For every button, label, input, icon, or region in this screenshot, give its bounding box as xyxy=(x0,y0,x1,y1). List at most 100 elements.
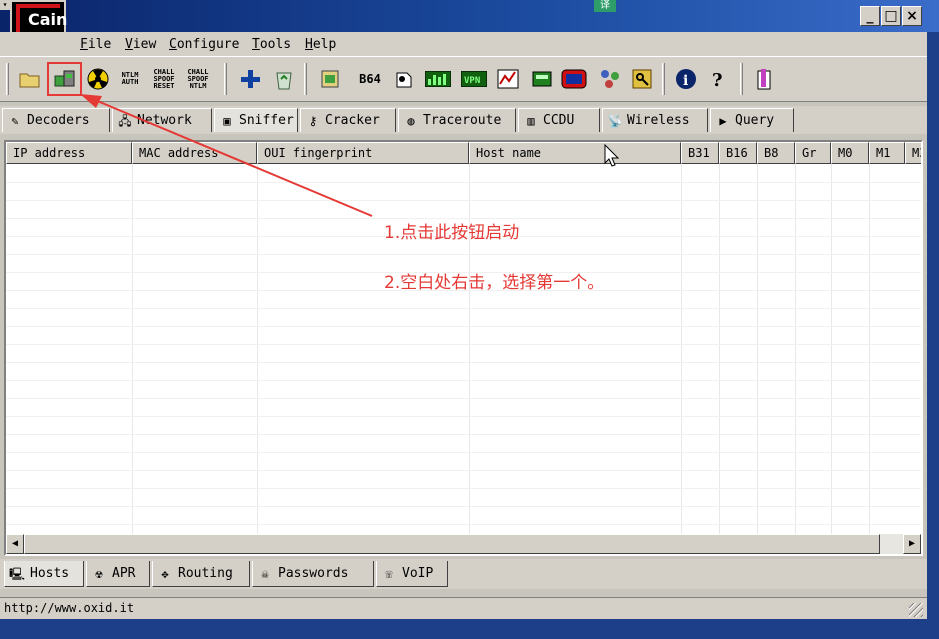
cracker-icon: ⚷ xyxy=(308,113,318,128)
column-header[interactable]: B8 xyxy=(757,142,795,164)
maximize-button[interactable]: □ xyxy=(881,6,901,26)
tab-cracker[interactable]: ⚷ Cracker xyxy=(300,108,396,132)
column-header[interactable]: IP address xyxy=(6,142,132,164)
svg-text:i: i xyxy=(683,73,688,89)
recycle-bin-icon[interactable] xyxy=(270,65,298,93)
network-nodes-icon[interactable] xyxy=(596,65,624,93)
column-header[interactable]: MAC address xyxy=(132,142,257,164)
base64-icon[interactable]: B64 xyxy=(356,65,384,93)
decoders-icon: ✎ xyxy=(11,113,19,128)
table-row-line xyxy=(6,452,921,453)
key-icon[interactable] xyxy=(628,65,656,93)
menu-configure[interactable]: Configure xyxy=(169,37,239,52)
resize-grip-icon[interactable] xyxy=(909,603,923,617)
apr-poison-icon[interactable] xyxy=(84,65,112,93)
tab-label: Hosts xyxy=(30,565,70,581)
title-bar xyxy=(0,0,939,32)
column-header[interactable]: B31 xyxy=(681,142,719,164)
column-divider xyxy=(757,164,758,534)
network-icon: 🖧 xyxy=(118,113,132,128)
tab-query[interactable]: ▶ Query xyxy=(710,108,794,132)
table-row-line xyxy=(6,398,921,399)
bottom-tab-strip: 🖳 Hosts ☢ APR ✥ Routing ☠ Passwords ☏ VoIP xyxy=(0,559,927,589)
vpn-icon[interactable]: VPN xyxy=(460,65,488,93)
tab-label: Query xyxy=(735,112,775,128)
window-frame-bottom xyxy=(0,619,939,639)
horizontal-scrollbar[interactable]: ◀ ▶ xyxy=(6,534,921,554)
menu-view[interactable]: View xyxy=(125,37,156,52)
column-divider xyxy=(795,164,796,534)
table-row-line xyxy=(6,380,921,381)
tab-traceroute[interactable]: ◍ Traceroute xyxy=(398,108,516,132)
open-folder-icon[interactable] xyxy=(16,65,44,93)
column-divider xyxy=(257,164,258,534)
tab-sniffer[interactable]: ▣ Sniffer xyxy=(214,108,298,132)
table-row-line xyxy=(6,506,921,507)
hash-calculator-icon[interactable] xyxy=(390,65,418,93)
column-header[interactable]: Gr xyxy=(795,142,831,164)
column-divider xyxy=(831,164,832,534)
annotation-step1: 1.点击此按钮启动 xyxy=(384,223,520,243)
tab-label: Sniffer xyxy=(239,112,294,128)
toolbar-grip xyxy=(224,63,227,95)
tab-hosts[interactable]: 🖳 Hosts xyxy=(4,561,84,587)
exit-icon[interactable] xyxy=(750,65,778,93)
red-screen-icon[interactable] xyxy=(560,65,588,93)
vpn-label: VPN xyxy=(464,76,480,86)
chart-green-icon[interactable] xyxy=(424,65,452,93)
system-menu-icon[interactable]: ▾ xyxy=(0,0,10,10)
tab-voip[interactable]: ☏ VoIP xyxy=(376,561,448,587)
column-header[interactable]: Host name xyxy=(469,142,681,164)
chall-spoof-ntlm-label: CHALL SPOOF NTLM xyxy=(187,67,209,90)
column-header[interactable]: B16 xyxy=(719,142,757,164)
table-row-line xyxy=(6,362,921,363)
ntlm-auth-icon[interactable]: NTLM AUTH xyxy=(116,65,144,93)
menu-bar: File View Configure Tools Help xyxy=(0,32,927,56)
table-row-line xyxy=(6,488,921,489)
add-icon[interactable] xyxy=(236,65,264,93)
mouse-cursor-icon xyxy=(604,144,620,167)
tab-ccdu[interactable]: ▥ CCDU xyxy=(518,108,600,132)
column-header[interactable]: OUI fingerprint xyxy=(257,142,469,164)
logo-text: Cain xyxy=(28,10,68,29)
menu-help[interactable]: Help xyxy=(305,37,336,52)
network-monitor-icon[interactable] xyxy=(494,65,522,93)
tab-apr[interactable]: ☢ APR xyxy=(86,561,150,587)
ime-indicator: 译 xyxy=(594,0,616,12)
chall-spoof-ntlm-icon[interactable]: CHALL SPOOF NTLM xyxy=(184,65,212,93)
tab-routing[interactable]: ✥ Routing xyxy=(152,561,250,587)
table-header: IP address MAC address OUI fingerprint H… xyxy=(6,142,921,164)
tab-decoders[interactable]: ✎ Decoders xyxy=(2,108,110,132)
menu-file[interactable]: File xyxy=(80,37,111,52)
help-icon[interactable]: ? xyxy=(704,65,732,93)
certificate-icon[interactable] xyxy=(316,65,344,93)
tab-wireless[interactable]: 📡 Wireless xyxy=(602,108,708,132)
sniffer-icon: ▣ xyxy=(223,113,231,128)
table-row-line xyxy=(6,254,921,255)
column-header[interactable]: M1 xyxy=(869,142,905,164)
tab-network[interactable]: 🖧 Network xyxy=(112,108,212,132)
tab-label: Passwords xyxy=(278,565,349,581)
calculator-icon[interactable] xyxy=(528,65,556,93)
table-row-line xyxy=(6,344,921,345)
chall-spoof-reset-icon[interactable]: CHALL SPOOF RESET xyxy=(150,65,178,93)
scroll-thumb[interactable] xyxy=(24,534,880,554)
table-row-line xyxy=(6,416,921,417)
tab-label: VoIP xyxy=(402,565,434,581)
column-header[interactable]: M0 xyxy=(831,142,869,164)
status-bar: http://www.oxid.it xyxy=(0,597,927,619)
column-header[interactable]: M3 xyxy=(905,142,921,164)
minimize-button[interactable]: _ xyxy=(860,6,880,26)
tab-label: Routing xyxy=(178,565,233,581)
menu-tools[interactable]: Tools xyxy=(252,37,291,52)
top-tab-strip: ✎ Decoders 🖧 Network ▣ Sniffer ⚷ Cracker ◍ Tr… xyxy=(0,106,927,134)
apr-icon: ☢ xyxy=(95,566,103,581)
tab-label: Decoders xyxy=(27,112,90,128)
info-icon[interactable]: i xyxy=(672,65,700,93)
close-button[interactable]: × xyxy=(902,6,922,26)
column-divider xyxy=(869,164,870,534)
hosts-table[interactable]: IP address MAC address OUI fingerprint H… xyxy=(4,140,923,556)
tab-passwords[interactable]: ☠ Passwords xyxy=(252,561,374,587)
scroll-left-button[interactable]: ◀ xyxy=(6,534,24,554)
scroll-right-button[interactable]: ▶ xyxy=(903,534,921,554)
